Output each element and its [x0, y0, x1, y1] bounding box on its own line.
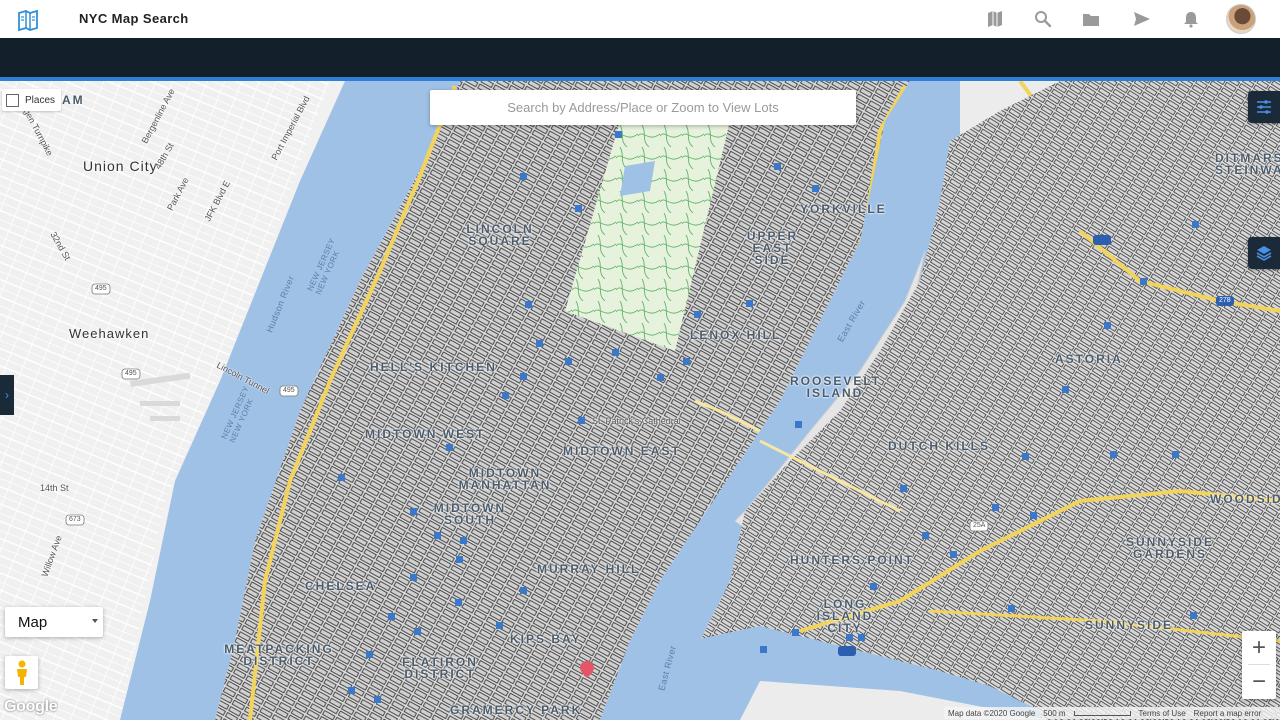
app-title: NYC Map Search [79, 11, 189, 26]
label-sunnyside-gardens: SUNNYSIDE GARDENS [1125, 535, 1214, 561]
label-flatiron: FLATIRON DISTRICT [402, 655, 478, 681]
route-495-shield: 495 [95, 285, 107, 292]
search-icon[interactable] [1033, 9, 1053, 29]
label-14th-st: 14th St [40, 483, 69, 493]
label-hells-kitchen: HELL'S KITCHEN [370, 360, 497, 374]
zoom-out-button[interactable]: − [1242, 665, 1276, 698]
map-attribution: Map data ©2020 Google 500 m Terms of Use… [944, 707, 1280, 719]
google-logo: Google [4, 698, 58, 715]
label-midtown-east: MIDTOWN EAST [563, 444, 681, 458]
label-gramercy: GRAMERCY PARK [450, 703, 583, 717]
label-yorkville: YORKVILLE [800, 202, 887, 216]
expand-panel-button[interactable]: › [0, 375, 14, 415]
app-logo-icon[interactable] [16, 8, 40, 32]
scale-bar [1073, 710, 1131, 716]
chevron-right-icon: › [5, 388, 9, 402]
street-view-pegman[interactable] [5, 656, 38, 689]
label-weehawken: Weehawken [69, 326, 150, 341]
terms-link[interactable]: Terms of Use [1139, 709, 1186, 718]
label-lenox-hill: LENOX HILL [690, 328, 782, 342]
label-dutch-kills: DUTCH KILLS [888, 439, 990, 453]
label-woodside: WOODSIDE [1210, 492, 1280, 506]
zoom-controls: + − [1242, 631, 1276, 699]
label-kips-bay: KIPS BAY [510, 632, 582, 646]
route-495-shield-3: 495 [283, 387, 295, 394]
route-495-shield-2: 495 [125, 370, 137, 377]
label-hunters-point: HUNTERS POINT [790, 553, 915, 567]
scale-label: 500 m [1043, 708, 1066, 718]
send-icon[interactable] [1132, 9, 1152, 29]
caret-down-icon [92, 619, 98, 623]
top-header: NYC Map Search [0, 0, 1280, 38]
filter-button[interactable] [1248, 91, 1280, 123]
layers-icon [1256, 246, 1272, 261]
map-icon[interactable] [985, 9, 1005, 29]
route-278-shield: 278 [1219, 297, 1231, 304]
route-25a-shield: 25A [973, 522, 986, 529]
label-am: AM [62, 93, 85, 107]
label-astoria: ASTORIA [1055, 352, 1123, 366]
label-upper-east-side: UPPER EAST SIDE [746, 229, 799, 267]
places-toggle[interactable]: Places [2, 89, 62, 111]
map-data-credit: Map data ©2020 Google [948, 708, 1036, 718]
label-chelsea: CHELSEA [305, 579, 377, 593]
label-union-city: Union City [83, 158, 158, 174]
label-midtown-manhattan: MIDTOWN MANHATTAN [458, 466, 552, 492]
label-midtown-west: MIDTOWN WEST [365, 427, 486, 441]
map-type-select[interactable]: Map [5, 607, 103, 637]
toolbar-bar [0, 38, 1280, 77]
label-ditmars: DITMARS STEINWAY [1215, 151, 1280, 177]
places-label: Places [25, 94, 56, 106]
label-roosevelt-island: ROOSEVELT ISLAND [790, 374, 882, 400]
label-lincoln-square: LINCOLN SQUARE [466, 222, 534, 248]
user-avatar[interactable] [1226, 4, 1256, 34]
label-meatpacking: MEATPACKING DISTRICT [224, 642, 334, 668]
label-sunnyside: SUNNYSIDE [1085, 618, 1174, 632]
map-type-value: Map [18, 613, 48, 631]
pegman-icon [16, 660, 27, 685]
map-canvas[interactable]: Union City Weehawken AM LINCOLN SQUARE U… [0, 81, 1280, 720]
folder-icon[interactable] [1081, 9, 1101, 29]
report-error-link[interactable]: Report a map error [1194, 709, 1262, 718]
places-checkbox[interactable] [6, 93, 19, 107]
sliders-icon [1257, 100, 1271, 114]
label-murray-hill: MURRAY HILL [537, 562, 641, 576]
label-long-island-city: LONG ISLAND CITY [816, 597, 874, 635]
layers-button[interactable] [1248, 237, 1280, 269]
zoom-in-button[interactable]: + [1242, 631, 1276, 664]
label-midtown-south: MIDTOWN SOUTH [433, 501, 507, 527]
bell-icon[interactable] [1181, 9, 1201, 29]
search-input[interactable] [430, 90, 856, 125]
label-st-patricks: St. Patrick's Cathedral [592, 416, 681, 426]
route-673-shield: 673 [69, 516, 81, 523]
